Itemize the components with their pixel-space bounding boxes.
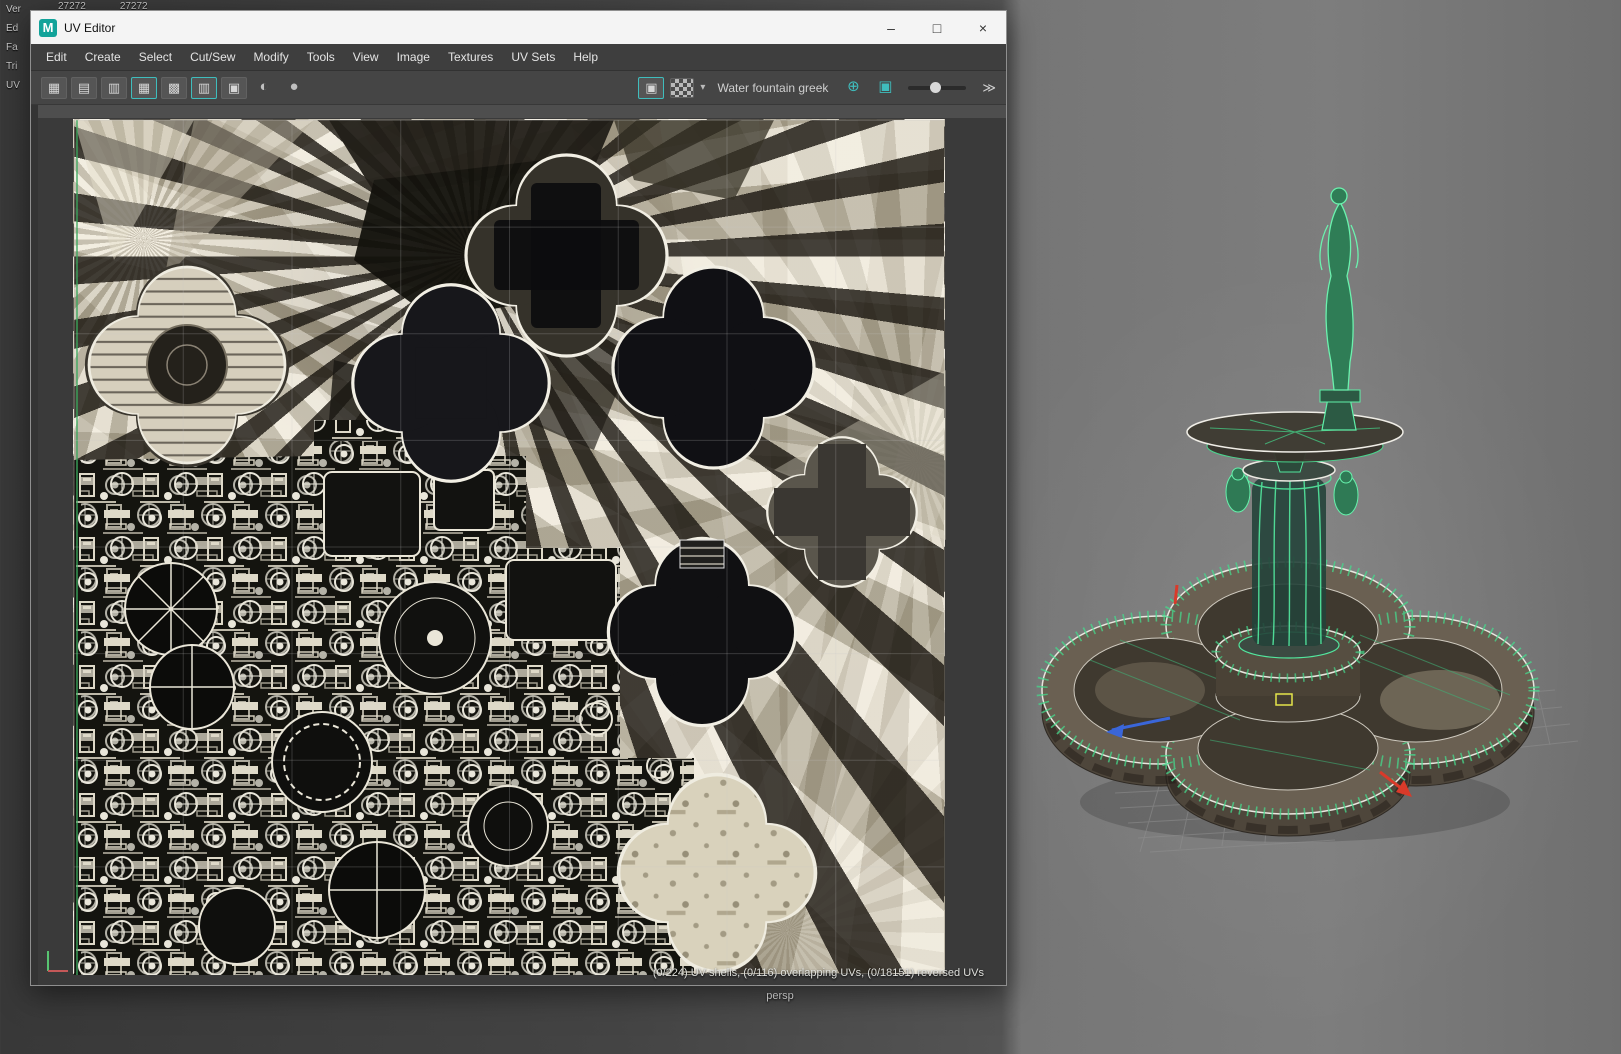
floor-patch: [1095, 662, 1205, 718]
statue: [1319, 187, 1359, 391]
camera-label: persp: [766, 990, 794, 1002]
checker-map-icon[interactable]: [670, 77, 695, 98]
window-titlebar[interactable]: M UV Editor – □ ×: [31, 11, 1006, 44]
uv-grid-display-button[interactable]: ▦: [131, 76, 157, 99]
slider-handle[interactable]: [930, 81, 942, 93]
dim-image-icon[interactable]: ◐: [251, 77, 277, 99]
menu-edit[interactable]: Edit: [37, 44, 76, 70]
texture-name-label: Water fountain greek: [717, 80, 829, 95]
maximize-button[interactable]: □: [914, 11, 960, 44]
canvas-top-strip: [31, 105, 1006, 118]
window-title: UV Editor: [64, 20, 116, 35]
image-exposure-slider[interactable]: [908, 81, 967, 93]
uv-axis-icon: [47, 951, 68, 972]
floor-patch: [1380, 670, 1500, 730]
uv-tile-border-button[interactable]: ▥: [191, 76, 217, 99]
menu-modify[interactable]: Modify: [244, 44, 297, 70]
texture-swatch-icon[interactable]: ▣: [872, 77, 898, 99]
texture-globe-icon[interactable]: ⊕: [840, 77, 866, 99]
uv-pixel-snap-button[interactable]: ▩: [161, 76, 187, 99]
uv-texture-area[interactable]: [73, 119, 946, 975]
menu-textures[interactable]: Textures: [439, 44, 502, 70]
menu-create[interactable]: Create: [76, 44, 130, 70]
display-image-icon[interactable]: ●: [281, 77, 307, 99]
uv-stack-tile-button[interactable]: ▤: [71, 76, 97, 99]
uv-toolbar: ▦ ▤ ▥ ▦ ▩ ▥ ▣ ◐ ● ▣ ▾ Water fountain gre…: [31, 71, 1006, 105]
menu-tools[interactable]: Tools: [298, 44, 344, 70]
uv-layout-tile-button[interactable]: ▦: [41, 76, 67, 99]
menu-uv-sets[interactable]: UV Sets: [502, 44, 564, 70]
close-button[interactable]: ×: [960, 11, 1006, 44]
menu-bar: Edit Create Select Cut/Sew Modify Tools …: [31, 44, 1006, 71]
canvas-left-strip: [31, 105, 38, 985]
uv-snapshot-tile-button[interactable]: ▥: [101, 76, 127, 99]
menu-cut-sew[interactable]: Cut/Sew: [181, 44, 244, 70]
menu-view[interactable]: View: [344, 44, 388, 70]
statue-plinth: [1319, 389, 1361, 403]
minimize-button[interactable]: –: [868, 11, 914, 44]
texture-image-toggle-button[interactable]: ▣: [638, 76, 665, 99]
chevron-down-icon[interactable]: ▾: [700, 82, 705, 93]
menu-help[interactable]: Help: [564, 44, 607, 70]
menu-image[interactable]: Image: [388, 44, 439, 70]
uv-editor-window: M UV Editor – □ × Edit Create Select Cut…: [30, 10, 1007, 986]
uv-shade-uvs-button[interactable]: ▣: [221, 76, 247, 99]
hud-stats: Ver Ed Fa Tri UV: [6, 4, 22, 91]
model-view-region[interactable]: [1010, 0, 1621, 1049]
uv-shell-art: [74, 120, 946, 975]
toolbar-expand-icon[interactable]: ≫: [982, 80, 996, 96]
statue-socle: [1321, 397, 1357, 431]
uv-statistics-text: (0/224) UV shells, (0/116) overlapping U…: [652, 967, 984, 979]
uv-canvas[interactable]: (0/224) UV shells, (0/116) overlapping U…: [31, 105, 1006, 985]
fountain-model: [1036, 187, 1579, 853]
menu-select[interactable]: Select: [130, 44, 181, 70]
maya-logo-icon: M: [39, 18, 57, 37]
